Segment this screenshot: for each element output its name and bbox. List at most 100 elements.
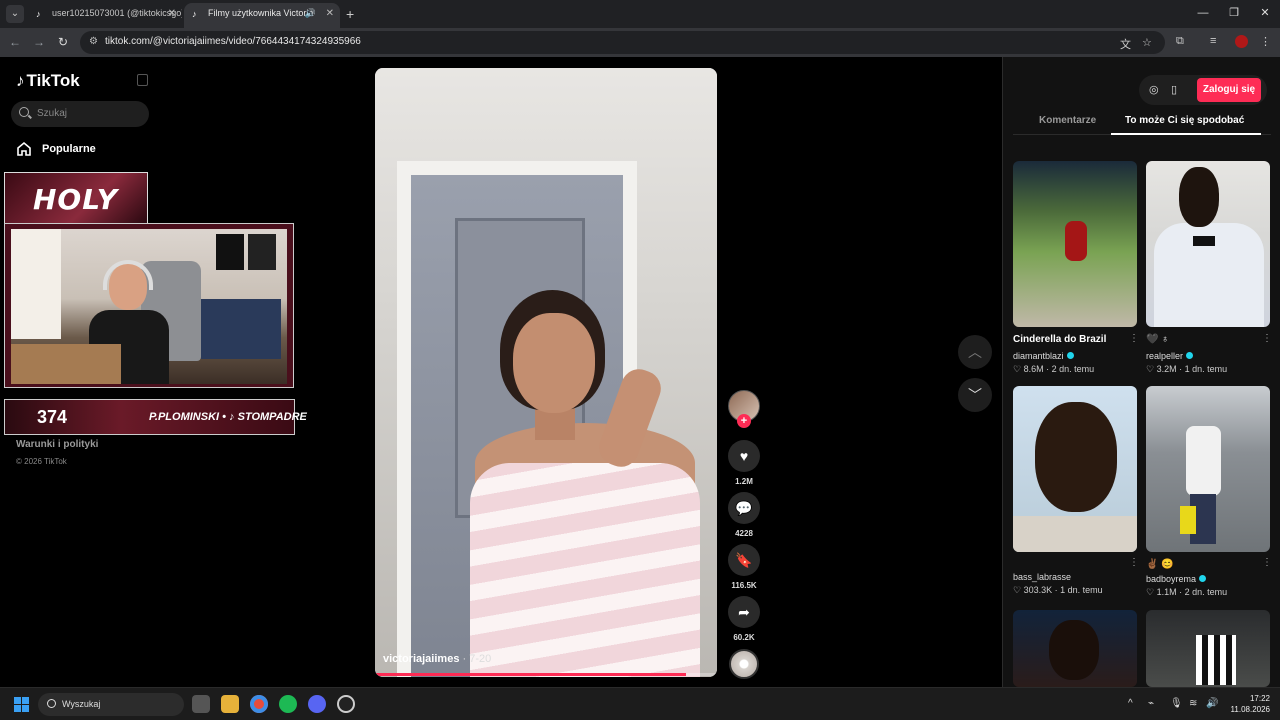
site-info-icon[interactable]: ⚙ <box>89 36 98 47</box>
close-tab-icon[interactable]: ✕ <box>326 3 334 24</box>
forward-icon[interactable]: → <box>30 34 48 50</box>
more-options-icon[interactable]: ⋮ <box>1262 333 1272 344</box>
taskbar-search[interactable]: Wyszukaj <box>38 693 184 716</box>
video-player[interactable]: victoriajaiimes · 7-20 <box>375 68 717 677</box>
terms-link[interactable]: Warunki i polityki <box>16 439 98 450</box>
comment-count: 4228 <box>735 529 753 538</box>
microphone-icon[interactable]: 🎙 <box>1170 698 1183 709</box>
card-user[interactable]: badboyrema <box>1146 574 1207 584</box>
tiktok-page: ♪ TikTok Szukaj Popularne HOLY 374 P.PLO… <box>0 57 1280 687</box>
network-icon[interactable]: ⌁ <box>1148 698 1154 709</box>
chrome-menu-icon[interactable]: ⋮ <box>1260 35 1271 48</box>
file-explorer-icon[interactable] <box>221 695 239 713</box>
close-window-icon[interactable]: ✕ <box>1255 5 1275 21</box>
viewer-counter: 374 <box>37 407 68 427</box>
save-button[interactable]: 🔖 <box>728 544 760 576</box>
speaker-icon[interactable]: 🔊 <box>305 3 316 24</box>
back-icon[interactable]: ← <box>6 34 24 50</box>
new-tab-button[interactable]: + <box>346 5 354 23</box>
sidebar-item-label: Popularne <box>42 143 96 155</box>
profile-avatar[interactable] <box>1235 35 1248 48</box>
obs-icon[interactable] <box>337 695 355 713</box>
card-title[interactable]: ✌🏾 😊 <box>1146 559 1174 570</box>
more-options-icon[interactable]: ⋮ <box>1262 557 1272 568</box>
top-actions: ◎ ▯ Zaloguj się <box>1139 75 1267 105</box>
video-author[interactable]: victoriajaiimes <box>383 653 459 665</box>
windows-start-icon[interactable] <box>14 697 29 712</box>
translate-icon[interactable]: 文 <box>1120 36 1131 52</box>
task-view-icon[interactable] <box>192 695 210 713</box>
webcam-feed <box>11 229 287 384</box>
login-button[interactable]: Zaloguj się <box>1197 78 1261 102</box>
tray-expand-icon[interactable]: ^ <box>1128 698 1133 709</box>
reload-icon[interactable]: ↻ <box>54 34 72 50</box>
comment-button[interactable]: 💬 <box>728 492 760 524</box>
bookmark-star-icon[interactable]: ☆ <box>1142 36 1152 49</box>
video-thumbnail[interactable] <box>1146 161 1270 327</box>
save-count: 116.5K <box>731 581 757 590</box>
share-button[interactable]: ➦ <box>728 596 760 628</box>
previous-video-button[interactable]: ︿ <box>958 335 992 369</box>
stream-info-bar: 374 P.PLOMINSKI • ♪ STOMPADRE <box>4 399 307 435</box>
address-bar[interactable]: ⚙ tiktok.com/@victoriajaiimes/video/7664… <box>80 31 1165 54</box>
video-date: · 7-20 <box>459 653 492 665</box>
video-thumbnail[interactable] <box>1146 386 1270 552</box>
like-button[interactable]: ♥ <box>728 440 760 472</box>
tab-comments[interactable]: Komentarze <box>1039 115 1096 126</box>
tiktok-logo[interactable]: ♪ TikTok <box>16 71 80 91</box>
volume-icon[interactable]: 🔊 <box>1206 698 1218 709</box>
browser-tab-bar: ⌄ ♪ user10215073001 (@tiktokicsgo) ✕ ♪ F… <box>0 0 1280 28</box>
tab-search-menu[interactable]: ⌄ <box>6 5 24 23</box>
card-stats: ♡ 8.6M · 2 dn. temu <box>1013 364 1095 374</box>
media-control-icon[interactable]: ≡ <box>1210 35 1216 47</box>
collapse-sidebar-icon[interactable] <box>137 74 148 86</box>
system-clock[interactable]: 17:22 11.08.2026 <box>1224 693 1270 715</box>
video-thumbnail[interactable] <box>1146 610 1270 687</box>
search-icon <box>19 107 29 117</box>
next-video-button[interactable]: ﹀ <box>958 378 992 412</box>
card-title[interactable]: Cinderella do Brazil <box>1013 334 1106 345</box>
spotify-icon[interactable] <box>279 695 297 713</box>
maximize-icon[interactable]: ❐ <box>1224 5 1244 21</box>
tab-recommended[interactable]: To może Ci się spodobać <box>1125 115 1244 126</box>
heart-icon: ♥ <box>739 448 749 464</box>
video-progress-bar[interactable] <box>375 673 717 676</box>
card-user[interactable]: realpeller <box>1146 351 1194 361</box>
card-stats: ♡ 3.2M · 1 dn. temu <box>1146 364 1228 374</box>
card-user[interactable]: diamantblazi <box>1013 351 1074 361</box>
close-tab-icon[interactable]: ✕ <box>168 3 176 24</box>
taskbar-search-label: Wyszukaj <box>62 699 101 709</box>
video-thumbnail[interactable] <box>1013 161 1137 327</box>
wifi-icon[interactable]: ≋ <box>1189 698 1197 709</box>
home-icon <box>17 141 31 156</box>
stream-banner: HOLY <box>4 172 148 224</box>
discord-icon[interactable] <box>308 695 326 713</box>
minimize-icon[interactable]: — <box>1193 5 1213 21</box>
clock-date: 11.08.2026 <box>1230 705 1270 714</box>
video-progress-fill <box>375 673 687 676</box>
extensions-icon[interactable]: ⧉ <box>1176 35 1184 48</box>
compass-icon[interactable]: ◎ <box>1149 83 1159 96</box>
phone-icon[interactable]: ▯ <box>1171 83 1177 96</box>
video-thumbnail[interactable] <box>1013 610 1137 687</box>
card-title[interactable]: 🖤 ♁ <box>1146 334 1169 345</box>
like-count: 1.2M <box>735 477 753 486</box>
browser-tab-2[interactable]: ♪ Filmy użytkownika Victoria 🔊 ✕ <box>184 3 340 28</box>
search-input[interactable]: Szukaj <box>11 101 149 127</box>
more-options-icon[interactable]: ⋮ <box>1129 557 1139 568</box>
chrome-icon[interactable] <box>250 695 268 713</box>
more-options-icon[interactable]: ⋮ <box>1129 333 1139 344</box>
right-panel: ◎ ▯ Zaloguj się Komentarze To może Ci si… <box>1002 57 1280 687</box>
browser-toolbar: ← → ↻ ⚙ tiktok.com/@victoriajaiimes/vide… <box>0 28 1280 57</box>
chevron-down-icon: ﹀ <box>968 387 982 403</box>
music-disc-icon[interactable] <box>729 649 759 679</box>
bookmark-icon: 🔖 <box>735 552 753 568</box>
browser-tab-1[interactable]: ♪ user10215073001 (@tiktokicsgo) ✕ <box>28 3 182 28</box>
tiktok-favicon-icon: ♪ <box>36 9 41 19</box>
tab-title: user10215073001 (@tiktokicsgo) <box>52 8 182 18</box>
card-user[interactable]: bass_labrasse <box>1013 572 1071 582</box>
url-text[interactable]: tiktok.com/@victoriajaiimes/video/766443… <box>105 36 361 47</box>
video-thumbnail[interactable] <box>1013 386 1137 552</box>
search-placeholder: Szukaj <box>37 108 68 119</box>
follow-plus-icon[interactable]: + <box>737 414 751 428</box>
